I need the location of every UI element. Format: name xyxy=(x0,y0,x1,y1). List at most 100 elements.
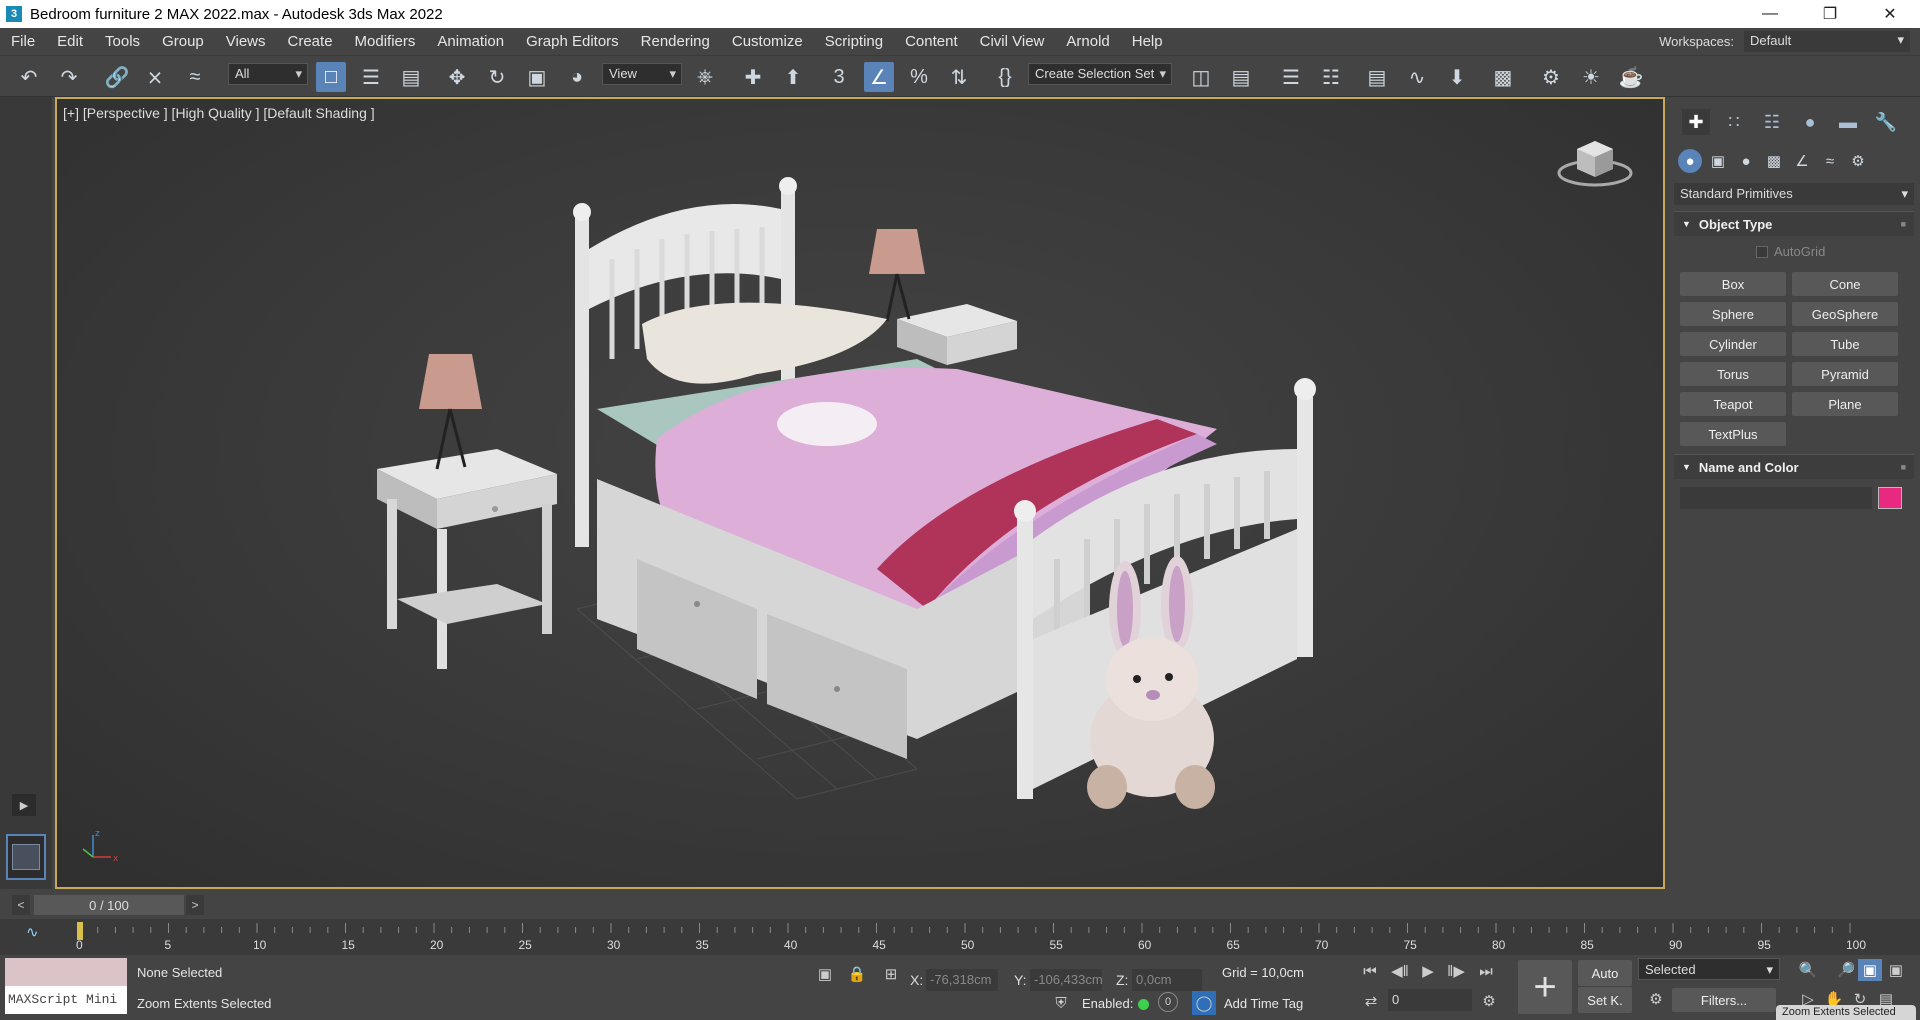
utilities-tab-icon[interactable]: 🔧 xyxy=(1872,109,1900,135)
helpers-icon[interactable]: ∠ xyxy=(1790,149,1814,173)
tube-button[interactable]: Tube xyxy=(1792,332,1898,356)
space-warps-icon[interactable]: ≈ xyxy=(1818,149,1842,173)
scale-icon[interactable]: ▣ xyxy=(522,62,552,92)
display-tab-icon[interactable]: ▬ xyxy=(1834,109,1862,135)
material-editor-icon[interactable]: ▩ xyxy=(1488,62,1518,92)
previous-frame-icon[interactable]: ◀‖ xyxy=(1388,960,1412,982)
key-mode-icon[interactable]: ⇄ xyxy=(1362,990,1380,1012)
set-key-button[interactable]: Set K. xyxy=(1578,987,1632,1013)
textplus-button[interactable]: TextPlus xyxy=(1680,422,1786,446)
rotate-icon[interactable]: ↻ xyxy=(482,62,512,92)
menu-file[interactable]: File xyxy=(0,28,46,55)
workspaces-dropdown[interactable]: Default xyxy=(1744,31,1910,52)
cylinder-button[interactable]: Cylinder xyxy=(1680,332,1786,356)
current-frame-marker[interactable] xyxy=(77,922,83,940)
scene-explorer-icon[interactable]: ☰ xyxy=(1276,62,1306,92)
name-color-header[interactable]: ▼ Name and Color ■ xyxy=(1674,455,1914,479)
go-to-start-icon[interactable]: ⏮ xyxy=(1358,960,1382,982)
isolate-selection-icon[interactable]: ▣ xyxy=(814,963,836,985)
autogrid-checkbox[interactable]: AutoGrid xyxy=(1756,244,1825,259)
layer-explorer-icon[interactable]: ☷ xyxy=(1316,62,1346,92)
plane-button[interactable]: Plane xyxy=(1792,392,1898,416)
menu-help[interactable]: Help xyxy=(1121,28,1174,55)
undo-icon[interactable]: ↶ xyxy=(14,62,44,92)
menu-tools[interactable]: Tools xyxy=(94,28,151,55)
maxscript-mini-input[interactable]: MAXScript Mini xyxy=(5,986,127,1014)
menu-group[interactable]: Group xyxy=(151,28,215,55)
menu-civil-view[interactable]: Civil View xyxy=(969,28,1056,55)
viewcube-icon[interactable] xyxy=(1555,131,1635,191)
named-selection-dropdown[interactable]: Create Selection Set xyxy=(1028,63,1172,85)
cameras-icon[interactable]: ▩ xyxy=(1762,149,1786,173)
bind-space-warp-icon[interactable]: ≈ xyxy=(180,62,210,92)
key-filters-icon[interactable]: ⚙ xyxy=(1646,988,1666,1010)
menu-scripting[interactable]: Scripting xyxy=(814,28,894,55)
menu-rendering[interactable]: Rendering xyxy=(630,28,721,55)
pivot-center-icon[interactable]: ⎈ xyxy=(690,62,720,92)
pyramid-button[interactable]: Pyramid xyxy=(1792,362,1898,386)
render-production-icon[interactable]: ☕ xyxy=(1616,62,1646,92)
object-name-field[interactable] xyxy=(1680,487,1872,509)
expand-layouts-icon[interactable]: ▶ xyxy=(12,794,36,816)
geometry-icon[interactable]: ● xyxy=(1678,149,1702,173)
menu-animation[interactable]: Animation xyxy=(426,28,515,55)
absolute-mode-icon[interactable]: ⊞ xyxy=(880,963,902,985)
sphere-button[interactable]: Sphere xyxy=(1680,302,1786,326)
time-configuration-icon[interactable]: ⚙ xyxy=(1478,990,1500,1012)
redo-icon[interactable]: ↷ xyxy=(54,62,84,92)
z-coordinate-field[interactable]: 0,0cm xyxy=(1132,969,1202,991)
rectangular-region-icon[interactable]: ▤ xyxy=(396,62,426,92)
viewport-layout-thumbnail[interactable] xyxy=(6,834,46,880)
create-tab-icon[interactable]: ✚ xyxy=(1682,109,1710,135)
edit-named-selection-icon[interactable]: {} xyxy=(990,62,1020,92)
align-icon[interactable]: ▤ xyxy=(1226,62,1256,92)
modify-tab-icon[interactable]: ∷ xyxy=(1720,109,1748,135)
zoom-icon[interactable]: 🔍 xyxy=(1796,959,1820,981)
snaps-toggle-icon[interactable]: 3 xyxy=(824,62,854,92)
time-next-button[interactable]: > xyxy=(186,895,204,915)
trackbar[interactable]: ∿ 0 5 10 15 20 25 30 35 40 45 50 55 60 65 70 75 80 85 90 95… xyxy=(0,919,1920,955)
torus-button[interactable]: Torus xyxy=(1680,362,1786,386)
close-button[interactable]: ✕ xyxy=(1860,0,1920,28)
geosphere-button[interactable]: GeoSphere xyxy=(1792,302,1898,326)
zoom-all-icon[interactable]: 🔎 xyxy=(1834,959,1858,981)
time-prev-button[interactable]: < xyxy=(12,895,30,915)
menu-content[interactable]: Content xyxy=(894,28,969,55)
auto-key-button[interactable]: Auto xyxy=(1578,960,1632,986)
link-icon[interactable]: 🔗 xyxy=(102,62,132,92)
render-setup-icon[interactable]: ⚙ xyxy=(1536,62,1566,92)
hierarchy-tab-icon[interactable]: ☷ xyxy=(1758,109,1786,135)
motion-tab-icon[interactable]: ● xyxy=(1796,109,1824,135)
maxscript-listener-output[interactable] xyxy=(5,958,127,986)
menu-edit[interactable]: Edit xyxy=(46,28,94,55)
menu-customize[interactable]: Customize xyxy=(721,28,814,55)
time-slider[interactable]: 0 / 100 xyxy=(34,895,184,915)
angle-snap-icon[interactable]: ∠ xyxy=(864,62,894,92)
key-filter-dropdown[interactable]: Selected xyxy=(1638,958,1780,980)
selection-lock-icon[interactable]: 🔒 xyxy=(846,963,868,985)
menu-graph-editors[interactable]: Graph Editors xyxy=(515,28,630,55)
x-coordinate-field[interactable]: -76,318cm xyxy=(926,969,998,991)
category-dropdown[interactable]: Standard Primitives xyxy=(1674,183,1914,205)
object-type-header[interactable]: ▼ Object Type ■ xyxy=(1674,212,1914,236)
next-frame-icon[interactable]: ‖▶ xyxy=(1444,960,1468,982)
zoom-extents-all-icon[interactable]: ▣ xyxy=(1884,959,1908,981)
schematic-view-icon[interactable]: ⬇ xyxy=(1442,62,1472,92)
reference-coord-dropdown[interactable]: View xyxy=(602,63,682,85)
set-key-icon[interactable]: + xyxy=(1518,960,1572,1014)
shapes-icon[interactable]: ▣ xyxy=(1706,149,1730,173)
spinner-snap-icon[interactable]: ⇅ xyxy=(944,62,974,92)
restore-button[interactable]: ❐ xyxy=(1800,0,1860,28)
script-shield-icon[interactable]: ⛨ xyxy=(1050,992,1072,1014)
select-by-name-icon[interactable]: ☰ xyxy=(356,62,386,92)
count-badge-icon[interactable]: 0 xyxy=(1158,992,1178,1012)
perspective-viewport[interactable]: [+] [Perspective ] [High Quality ] [Defa… xyxy=(55,97,1665,889)
menu-modifiers[interactable]: Modifiers xyxy=(344,28,427,55)
add-time-tag-button[interactable]: Add Time Tag xyxy=(1224,996,1303,1011)
mirror-icon[interactable]: ◫ xyxy=(1186,62,1216,92)
cone-button[interactable]: Cone xyxy=(1792,272,1898,296)
y-coordinate-field[interactable]: -106,433cm xyxy=(1030,969,1103,991)
systems-icon[interactable]: ⚙ xyxy=(1846,149,1870,173)
go-to-end-icon[interactable]: ⏭ xyxy=(1474,960,1498,982)
select-manipulate-icon[interactable]: ✚ xyxy=(738,62,768,92)
